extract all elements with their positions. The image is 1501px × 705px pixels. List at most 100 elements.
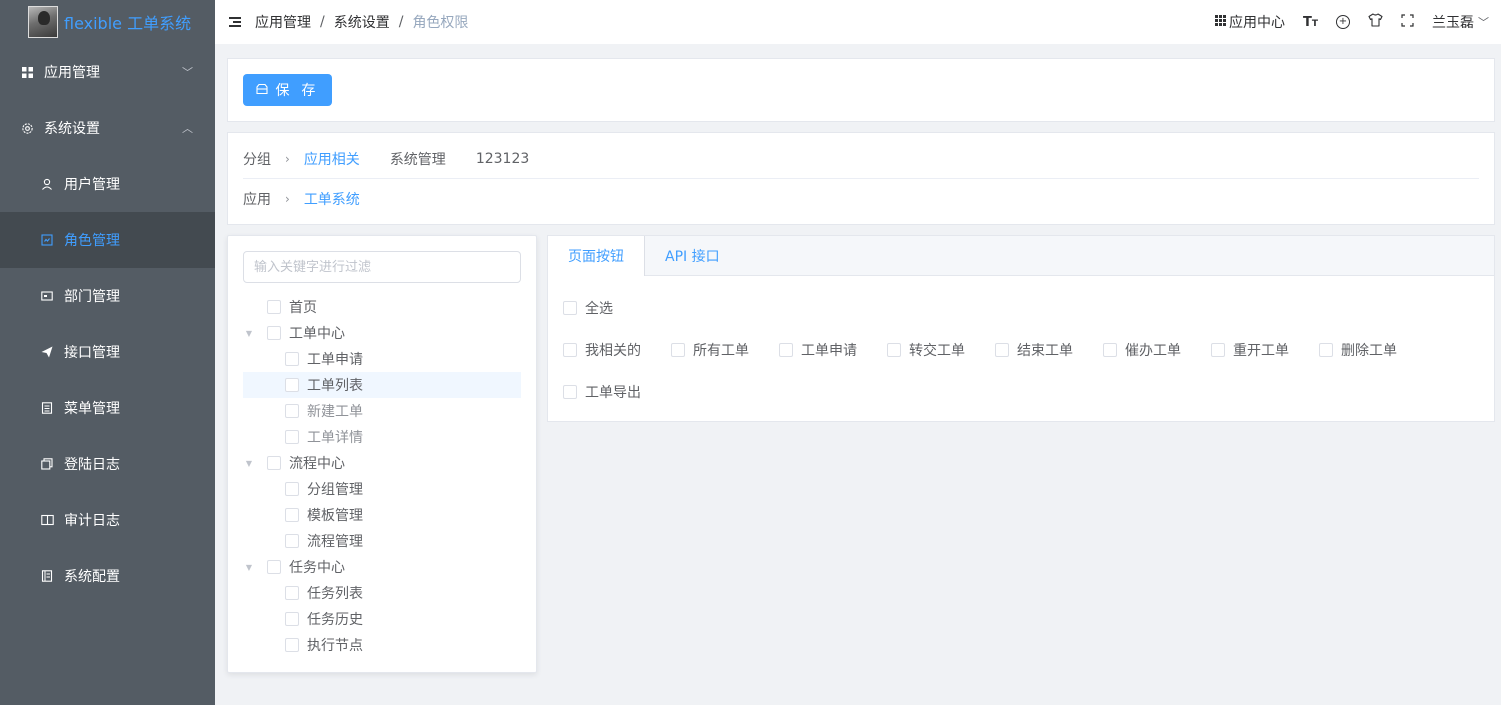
tree-node[interactable]: 执行节点 xyxy=(243,632,521,658)
checkbox[interactable] xyxy=(1103,343,1117,357)
tree-node-label: 任务历史 xyxy=(307,612,363,628)
tree-checkbox[interactable] xyxy=(267,326,281,340)
checkbox[interactable] xyxy=(1319,343,1333,357)
tree-checkbox[interactable] xyxy=(267,560,281,574)
tree-checkbox[interactable] xyxy=(285,508,299,522)
tree-node[interactable]: ▼ 工单中心 xyxy=(243,320,521,346)
caret-down-icon[interactable]: ▼ xyxy=(243,329,255,338)
checkbox-label: 删除工单 xyxy=(1341,343,1397,359)
group-option[interactable]: 123123 xyxy=(476,151,529,167)
checkbox[interactable] xyxy=(995,343,1009,357)
sidebar-item-audit-logs[interactable]: 审计日志 xyxy=(0,492,215,548)
tab-page-buttons[interactable]: 页面按钮 xyxy=(548,236,645,276)
select-all-row: 全选 xyxy=(563,298,643,318)
send-icon xyxy=(40,345,54,359)
sidebar-group-app-management[interactable]: 应用管理 ﹀ xyxy=(0,44,215,100)
tab-api[interactable]: API 接口 xyxy=(645,236,740,276)
checkbox-label: 重开工单 xyxy=(1233,343,1289,359)
tree-checkbox[interactable] xyxy=(285,352,299,366)
tree-checkbox[interactable] xyxy=(285,612,299,626)
tree-node[interactable]: 首页 xyxy=(243,294,521,320)
sidebar-item-login-logs[interactable]: 登陆日志 xyxy=(0,436,215,492)
save-button[interactable]: 保 存 xyxy=(243,74,332,106)
caret-down-icon[interactable]: ▼ xyxy=(243,563,255,572)
breadcrumb-item[interactable]: 系统设置 xyxy=(334,12,390,32)
checkbox[interactable] xyxy=(779,343,793,357)
logo[interactable]: flexible 工单系统 xyxy=(0,0,215,44)
group-option[interactable]: 系统管理 xyxy=(390,149,446,169)
caret-down-icon[interactable]: ▼ xyxy=(243,459,255,468)
font-size-button[interactable]: TT xyxy=(1303,15,1318,30)
sidebar-item-interfaces[interactable]: 接口管理 xyxy=(0,324,215,380)
checkbox[interactable] xyxy=(563,343,577,357)
tree-node[interactable]: 流程管理 xyxy=(243,528,521,554)
tree-checkbox[interactable] xyxy=(285,378,299,392)
avatar xyxy=(28,6,58,38)
filter-card: 分组 › 应用相关 系统管理 123123 应用 › 工单系统 xyxy=(227,132,1495,225)
tree-node-label: 模板管理 xyxy=(307,508,363,524)
checkbox[interactable] xyxy=(1211,343,1225,357)
checkbox-label: 催办工单 xyxy=(1125,343,1181,359)
permission-checkbox[interactable]: 删除工单 xyxy=(1319,340,1397,360)
tree-checkbox[interactable] xyxy=(285,404,299,418)
sidebar-item-roles[interactable]: 角色管理 xyxy=(0,212,215,268)
checkbox[interactable] xyxy=(671,343,685,357)
checkbox-label: 所有工单 xyxy=(693,343,749,359)
tree-filter-input[interactable] xyxy=(243,251,521,283)
tree-checkbox[interactable] xyxy=(285,482,299,496)
group-label: 分组 xyxy=(243,152,271,168)
tree-node[interactable]: ▼ 流程中心 xyxy=(243,450,521,476)
hamburger-icon[interactable] xyxy=(229,17,241,27)
tree-node[interactable]: 分组管理 xyxy=(243,476,521,502)
permission-checkbox[interactable]: 重开工单 xyxy=(1211,340,1289,360)
checkbox-label: 我相关的 xyxy=(585,343,641,359)
app-center-button[interactable]: 应用中心 xyxy=(1214,12,1285,32)
user-menu[interactable]: 兰玉磊 ﹀ xyxy=(1432,12,1489,32)
permission-checkbox[interactable]: 我相关的 xyxy=(563,340,641,360)
checkbox[interactable] xyxy=(563,301,577,315)
permission-checkbox[interactable]: 工单导出 xyxy=(563,382,641,402)
tree-node[interactable]: 任务列表 xyxy=(243,580,521,606)
sidebar-item-departments[interactable]: 部门管理 xyxy=(0,268,215,324)
sidebar-group-label: 应用管理 xyxy=(44,65,100,81)
tree-node-label: 工单申请 xyxy=(307,352,363,368)
tree-node[interactable]: 工单详情 xyxy=(243,424,521,450)
tree-node[interactable]: ▼ 任务中心 xyxy=(243,554,521,580)
save-label: 保 存 xyxy=(275,82,320,98)
tree-checkbox[interactable] xyxy=(285,430,299,444)
permission-checkbox[interactable]: 工单申请 xyxy=(779,340,857,360)
breadcrumb-item[interactable]: 应用管理 xyxy=(255,12,311,32)
tree-checkbox[interactable] xyxy=(267,300,281,314)
permission-checkbox[interactable]: 结束工单 xyxy=(995,340,1073,360)
group-option[interactable]: 应用相关 xyxy=(304,149,360,169)
tree-node[interactable]: 新建工单 xyxy=(243,398,521,424)
tree-checkbox[interactable] xyxy=(285,586,299,600)
sidebar-group-system-settings[interactable]: 系统设置 ︿ xyxy=(0,100,215,156)
theme-button[interactable] xyxy=(1368,13,1383,31)
sidebar-item-system-config[interactable]: 系统配置 xyxy=(0,548,215,604)
checkbox[interactable] xyxy=(563,385,577,399)
document-icon xyxy=(40,401,54,415)
checkbox-label: 工单导出 xyxy=(585,385,641,401)
role-icon xyxy=(40,233,54,247)
tree-node[interactable]: 模板管理 xyxy=(243,502,521,528)
github-button[interactable]: + xyxy=(1336,15,1350,29)
app-option[interactable]: 工单系统 xyxy=(304,189,360,209)
tree-node[interactable]: 任务历史 xyxy=(243,606,521,632)
tree-checkbox[interactable] xyxy=(267,456,281,470)
sidebar-item-users[interactable]: 用户管理 xyxy=(0,156,215,212)
tree-node[interactable]: 工单列表 xyxy=(243,372,521,398)
tree-checkbox[interactable] xyxy=(285,534,299,548)
sidebar-item-menus[interactable]: 菜单管理 xyxy=(0,380,215,436)
tree-node-label: 工单列表 xyxy=(307,378,363,394)
menu-tree: 首页 ▼ 工单中心 工单申请 工单列表 新建工单 工单详情 ▼ 流程中心 分组管… xyxy=(243,294,521,658)
tree-node[interactable]: 工单申请 xyxy=(243,346,521,372)
permission-checkbox[interactable]: 催办工单 xyxy=(1103,340,1181,360)
tree-checkbox[interactable] xyxy=(285,638,299,652)
permission-checkbox[interactable]: 转交工单 xyxy=(887,340,965,360)
fullscreen-button[interactable] xyxy=(1401,13,1414,31)
tree-node-label: 执行节点 xyxy=(307,638,363,654)
checkbox[interactable] xyxy=(887,343,901,357)
permission-checkbox[interactable]: 所有工单 xyxy=(671,340,749,360)
select-all-checkbox[interactable]: 全选 xyxy=(563,298,613,318)
